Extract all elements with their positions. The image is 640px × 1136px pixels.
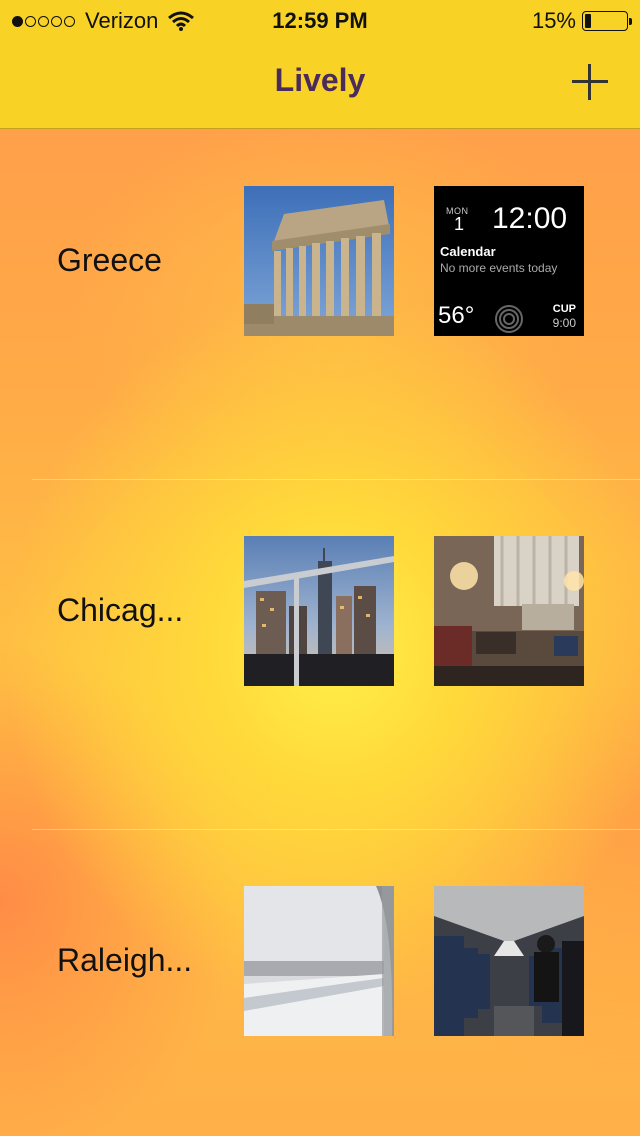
battery-icon <box>582 11 632 31</box>
watch-event-time: 9:00 <box>552 316 576 330</box>
airplane-window-photo[interactable] <box>244 886 394 1036</box>
trip-label: Chicag... <box>57 592 184 628</box>
activity-ring-icon <box>495 305 523 333</box>
trip-label: Raleigh... <box>57 942 193 978</box>
watch-day: 1 <box>454 214 465 234</box>
hotel-room-photo-image <box>434 536 584 686</box>
trip-label: Greece <box>57 242 162 278</box>
status-bar: Verizon 12:59 PM 15% <box>0 0 640 40</box>
trip-row-chicago[interactable]: Chicag... <box>0 480 640 830</box>
airplane-cabin-photo-image <box>434 886 584 1036</box>
trip-row-raleigh[interactable]: Raleigh... <box>0 830 640 1136</box>
city-skyline-photo[interactable] <box>244 536 394 686</box>
battery-percent: 15% <box>531 8 576 33</box>
status-right: 15% <box>531 8 632 34</box>
battery-nub <box>629 18 632 25</box>
watch-time: 12:00 <box>492 202 568 235</box>
watch-temperature: 56° <box>438 302 475 329</box>
plus-icon <box>588 64 591 100</box>
watch-calendar-title: Calendar <box>440 244 496 259</box>
parthenon-photo-image <box>244 186 394 336</box>
airplane-cabin-photo[interactable] <box>434 886 584 1036</box>
watch-event-name: CUP <box>552 303 576 315</box>
hotel-room-photo[interactable] <box>434 536 584 686</box>
page-title: Lively <box>274 62 366 98</box>
battery-fill <box>585 14 591 28</box>
add-button[interactable] <box>570 62 610 102</box>
watch-face-screenshot[interactable]: MON 1 12:00 Calendar No more events toda… <box>434 186 584 336</box>
trip-row-greece[interactable]: Greece MON 1 12:00 Calendar No more even… <box>0 130 640 480</box>
trip-list: Greece MON 1 12:00 Calendar No more even… <box>0 130 640 1136</box>
parthenon-photo[interactable] <box>244 186 394 336</box>
city-skyline-photo-image <box>244 536 394 686</box>
airplane-window-photo-image <box>244 886 394 1036</box>
top-bar: Verizon 12:59 PM 15% Lively <box>0 0 640 129</box>
watch-calendar-text: No more events today <box>440 261 558 275</box>
